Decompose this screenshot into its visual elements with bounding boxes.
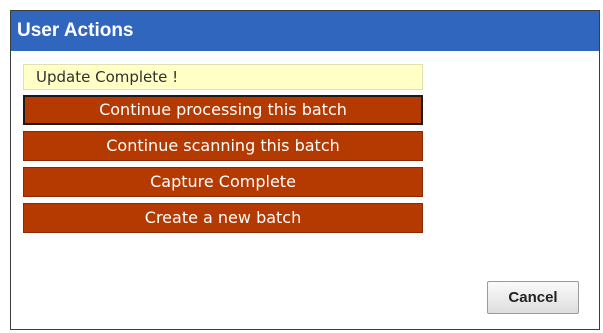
continue-processing-button[interactable]: Continue processing this batch	[23, 95, 423, 125]
status-message: Update Complete !	[23, 64, 423, 90]
dialog-title: User Actions	[11, 11, 599, 51]
continue-scanning-button[interactable]: Continue scanning this batch	[23, 131, 423, 161]
user-actions-dialog: User Actions Update Complete ! Continue …	[10, 10, 600, 330]
capture-complete-button[interactable]: Capture Complete	[23, 167, 423, 197]
cancel-button[interactable]: Cancel	[487, 281, 579, 314]
create-new-batch-button[interactable]: Create a new batch	[23, 203, 423, 233]
